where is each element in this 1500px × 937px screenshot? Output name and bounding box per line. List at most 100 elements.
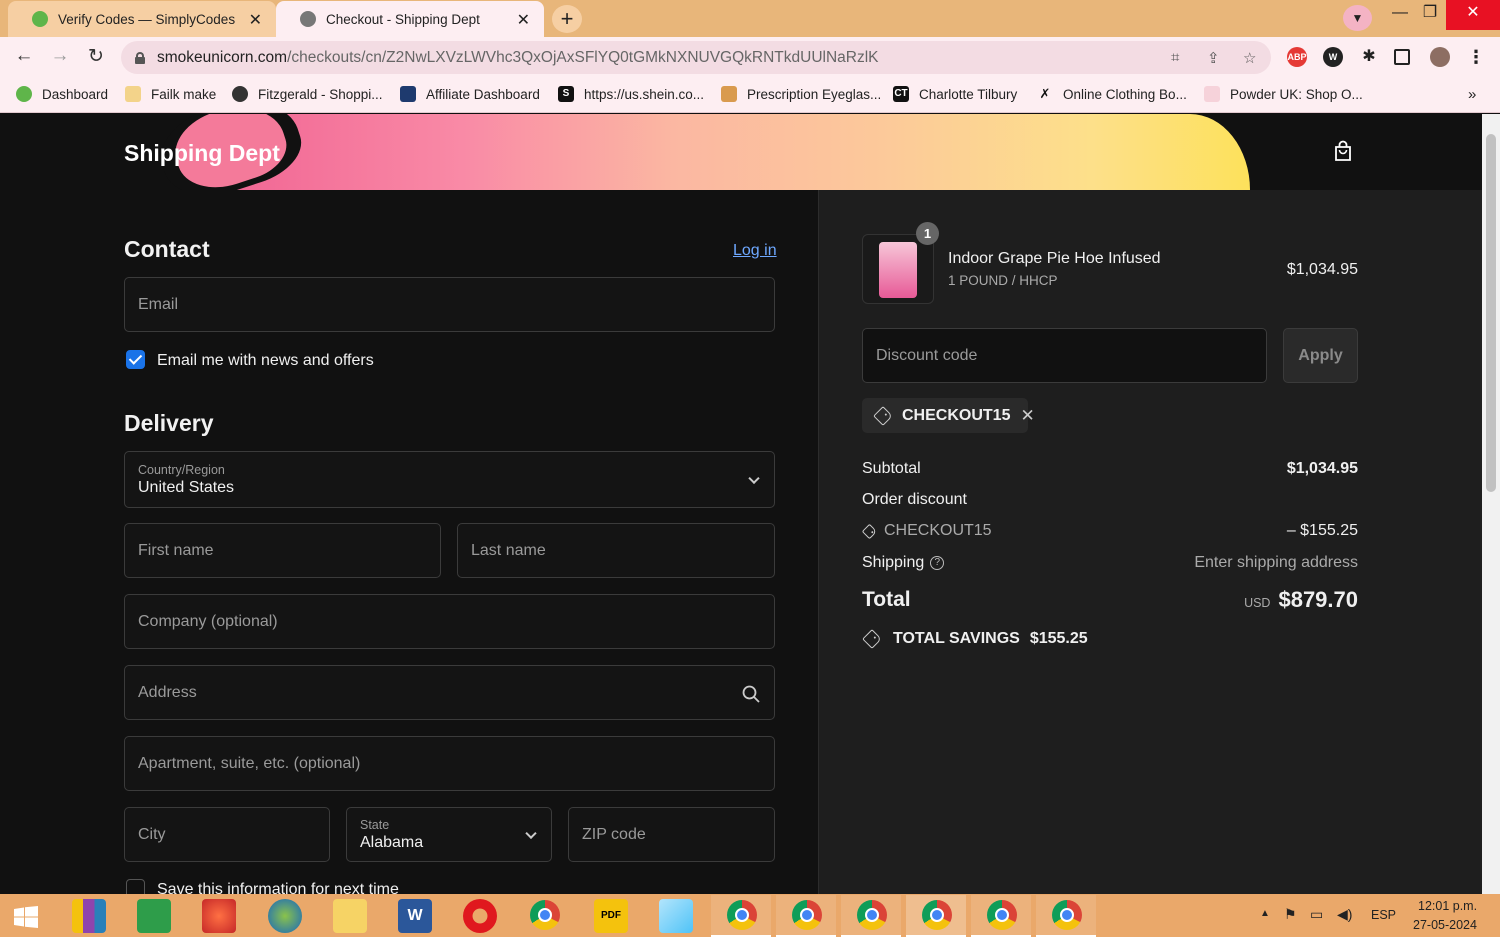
chrome-window-icon[interactable] bbox=[792, 900, 822, 930]
extensions-puzzle-icon[interactable]: ✱ bbox=[1359, 47, 1379, 67]
contact-heading: Contact bbox=[124, 236, 210, 262]
side-panel-icon[interactable] bbox=[1394, 49, 1410, 65]
calculator-app-icon[interactable] bbox=[137, 899, 171, 933]
zip-field[interactable]: ZIP code bbox=[568, 807, 775, 862]
chrome-window-icon[interactable] bbox=[727, 900, 757, 930]
country-select[interactable]: Country/Region United States bbox=[124, 451, 775, 508]
chrome-window-icon[interactable] bbox=[922, 900, 952, 930]
more-bookmarks-button[interactable]: » bbox=[1468, 86, 1476, 103]
show-hidden-icons[interactable]: ▲ bbox=[1260, 908, 1270, 919]
back-button[interactable]: ← bbox=[12, 45, 36, 67]
apply-button[interactable]: Apply bbox=[1283, 328, 1358, 383]
save-info-checkbox[interactable] bbox=[126, 879, 145, 894]
country-label: Country/Region bbox=[138, 462, 225, 477]
bookmark-fitzgerald[interactable]: Fitzgerald - Shoppi... bbox=[232, 86, 383, 102]
chrome-window-icon[interactable] bbox=[987, 900, 1017, 930]
product-name: Indoor Grape Pie Hoe Infused bbox=[948, 250, 1161, 267]
tab-close-icon[interactable]: ✕ bbox=[517, 10, 530, 30]
bookmark-online-clothing[interactable]: ✗ Online Clothing Bo... bbox=[1037, 86, 1187, 102]
store-header: Shipping Dept bbox=[0, 114, 1482, 190]
store-name[interactable]: Shipping Dept bbox=[124, 140, 280, 167]
shipping-value: Enter shipping address bbox=[1194, 554, 1358, 571]
newsletter-checkbox[interactable] bbox=[126, 350, 145, 369]
clothing-icon: ✗ bbox=[1039, 86, 1051, 101]
bookmark-failk-make[interactable]: Failk make bbox=[125, 86, 216, 102]
bookmark-affiliate-dashboard[interactable]: Affiliate Dashboard bbox=[400, 86, 540, 102]
globe-app-icon[interactable] bbox=[268, 899, 302, 933]
city-field[interactable]: City bbox=[124, 807, 330, 862]
tab-simplycodes[interactable]: Verify Codes — SimplyCodes ✕ bbox=[8, 1, 276, 37]
flag-icon[interactable]: ⚑ bbox=[1284, 906, 1297, 923]
chrome-app-icon[interactable] bbox=[530, 900, 560, 930]
order-discount-label: Order discount bbox=[862, 491, 967, 508]
tab-close-icon[interactable]: ✕ bbox=[249, 10, 262, 30]
savings-value: $155.25 bbox=[1029, 630, 1088, 647]
clock-date[interactable]: 27-05-2024 bbox=[1413, 918, 1477, 932]
windows-start-icon[interactable] bbox=[14, 906, 38, 928]
discount-value: – $155.25 bbox=[1286, 522, 1358, 539]
currency-code: USD bbox=[1244, 596, 1271, 610]
chrome-menu-icon[interactable]: ⋮ bbox=[1466, 47, 1486, 67]
shipping-row: Shipping? bbox=[862, 554, 945, 572]
scrollbar-thumb[interactable] bbox=[1486, 134, 1496, 492]
forward-button[interactable]: → bbox=[48, 45, 72, 67]
newsletter-label: Email me with news and offers bbox=[157, 352, 374, 369]
order-summary: 1 Indoor Grape Pie Hoe Infused 1 POUND /… bbox=[818, 190, 1482, 894]
bookmark-powder-uk[interactable]: Powder UK: Shop O... bbox=[1204, 86, 1363, 102]
shipping-label: Shipping bbox=[862, 554, 925, 571]
company-field[interactable]: Company (optional) bbox=[124, 594, 775, 649]
charlotte-tilbury-icon: CT bbox=[893, 86, 909, 102]
first-name-field[interactable]: First name bbox=[124, 523, 441, 578]
volume-icon[interactable]: ◀) bbox=[1337, 906, 1352, 923]
folder-icon bbox=[125, 86, 141, 102]
tab-search-button[interactable]: ▼ bbox=[1343, 5, 1372, 31]
wordpress-extension-icon[interactable]: W bbox=[1323, 47, 1343, 67]
address-field[interactable]: Address bbox=[124, 665, 775, 720]
shopping-bag-icon[interactable] bbox=[1334, 140, 1352, 162]
adblock-extension-icon[interactable]: ABP bbox=[1287, 47, 1307, 67]
last-name-field[interactable]: Last name bbox=[457, 523, 775, 578]
login-link[interactable]: Log in bbox=[733, 242, 777, 260]
translate-icon[interactable]: ⌗ bbox=[1171, 49, 1179, 66]
discount-code-field[interactable]: Discount code bbox=[862, 328, 1267, 383]
affiliate-icon bbox=[400, 86, 416, 102]
tab-checkout[interactable]: Checkout - Shipping Dept ✕ bbox=[276, 1, 544, 37]
paint-app-icon[interactable] bbox=[202, 899, 236, 933]
word-app-icon[interactable]: W bbox=[398, 899, 432, 933]
chevron-down-icon bbox=[525, 827, 537, 839]
bookmark-star-icon[interactable]: ☆ bbox=[1243, 49, 1256, 67]
quantity-badge: 1 bbox=[916, 222, 939, 245]
chevron-down-icon bbox=[748, 472, 760, 484]
window-close-button[interactable]: ✕ bbox=[1446, 0, 1500, 30]
help-icon[interactable]: ? bbox=[930, 555, 945, 570]
state-select[interactable]: State Alabama bbox=[346, 807, 552, 862]
email-field[interactable]: Email bbox=[124, 277, 775, 332]
discount-code-row: CHECKOUT15 bbox=[861, 522, 992, 540]
file-explorer-icon[interactable] bbox=[333, 899, 367, 933]
notes-app-icon[interactable] bbox=[659, 899, 693, 933]
checkout-form: Contact Log in Email Email me with news … bbox=[0, 190, 818, 894]
bookmark-charlotte-tilbury[interactable]: CT Charlotte Tilbury bbox=[893, 86, 1017, 102]
pdf-app-icon[interactable]: PDF bbox=[594, 899, 628, 933]
restore-button[interactable]: ❐ bbox=[1410, 0, 1450, 30]
network-icon[interactable]: ▭ bbox=[1310, 906, 1323, 923]
library-app-icon[interactable] bbox=[72, 899, 106, 933]
bookmark-prescription-eyeglasses[interactable]: Prescription Eyeglas... bbox=[721, 86, 881, 102]
state-value: Alabama bbox=[360, 833, 424, 851]
search-icon[interactable] bbox=[742, 685, 760, 703]
chrome-window-icon[interactable] bbox=[857, 900, 887, 930]
reload-button[interactable]: ↻ bbox=[84, 45, 108, 68]
profile-avatar[interactable] bbox=[1430, 47, 1450, 67]
chrome-window-icon[interactable] bbox=[1052, 900, 1082, 930]
address-bar[interactable]: smokeunicorn.com/checkouts/cn/Z2NwLXVzLW… bbox=[121, 41, 1271, 74]
bookmark-dashboard[interactable]: Dashboard bbox=[16, 86, 108, 102]
language-indicator[interactable]: ESP bbox=[1371, 908, 1396, 922]
clock-time[interactable]: 12:01 p.m. bbox=[1418, 899, 1477, 913]
page-scrollbar[interactable] bbox=[1482, 114, 1500, 894]
share-icon[interactable]: ⇪ bbox=[1207, 49, 1220, 67]
new-tab-button[interactable]: + bbox=[552, 5, 582, 33]
bookmark-shein[interactable]: Shttps://us.shein.co... bbox=[558, 86, 704, 102]
opera-app-icon[interactable] bbox=[463, 899, 497, 933]
apartment-field[interactable]: Apartment, suite, etc. (optional) bbox=[124, 736, 775, 791]
remove-discount-icon[interactable]: ✕ bbox=[1020, 406, 1034, 426]
